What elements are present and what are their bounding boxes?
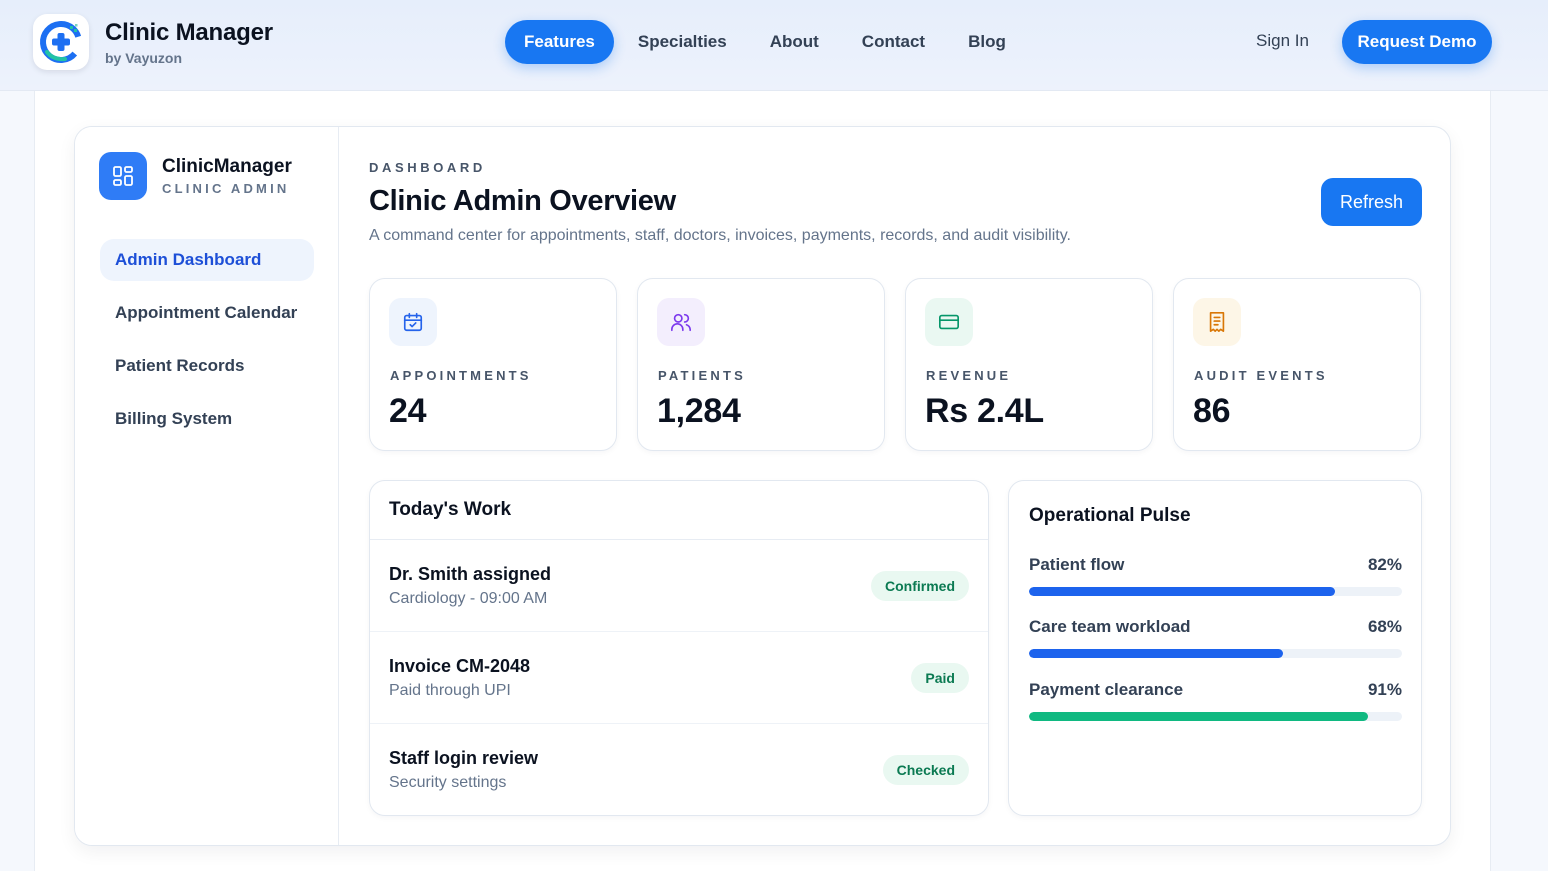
sidebar: ClinicManager CLINIC ADMIN Admin Dashboa… bbox=[75, 127, 339, 845]
sidebar-brand-text: ClinicManager CLINIC ADMIN bbox=[162, 156, 292, 196]
list-item[interactable]: Dr. Smith assigned Cardiology - 09:00 AM… bbox=[370, 540, 988, 632]
stat-label: REVENUE bbox=[926, 368, 1012, 383]
list-item[interactable]: Invoice CM-2048 Paid through UPI Paid bbox=[370, 632, 988, 724]
todays-work-panel: Today's Work Dr. Smith assigned Cardiolo… bbox=[369, 480, 989, 816]
stat-card-appointments: APPOINTMENTS 24 bbox=[369, 278, 617, 451]
pulse-label: Patient flow bbox=[1029, 555, 1125, 574]
progress-track bbox=[1029, 587, 1402, 596]
work-item-meta: Security settings bbox=[389, 774, 507, 791]
brand-title: Clinic Manager bbox=[105, 19, 273, 46]
sidebar-item-billing-system[interactable]: Billing System bbox=[100, 398, 314, 440]
work-item-title: Dr. Smith assigned bbox=[389, 564, 552, 584]
page-title: Clinic Admin Overview bbox=[369, 185, 676, 217]
credit-card-icon bbox=[925, 298, 973, 346]
todays-work-header: Today's Work bbox=[370, 481, 988, 540]
pulse-item-patient-flow: Patient flow 82% bbox=[1029, 554, 1402, 596]
list-item[interactable]: Staff login review Security settings Che… bbox=[370, 724, 988, 815]
work-item-title: Staff login review bbox=[389, 748, 539, 768]
sidebar-item-appointment-calendar[interactable]: Appointment Calendar bbox=[100, 292, 314, 334]
stat-card-revenue: REVENUE Rs 2.4L bbox=[905, 278, 1153, 451]
sidebar-subtitle: CLINIC ADMIN bbox=[162, 181, 290, 196]
status-badge: Checked bbox=[882, 755, 969, 785]
top-navbar: Clinic Manager by Vayuzon Features Speci… bbox=[0, 0, 1548, 91]
nav-link-contact[interactable]: Contact bbox=[843, 20, 944, 64]
stat-card-patients: PATIENTS 1,284 bbox=[637, 278, 885, 451]
users-icon bbox=[657, 298, 705, 346]
nav-link-features[interactable]: Features bbox=[505, 20, 614, 64]
stat-value: 86 bbox=[1193, 392, 1231, 430]
stat-label: PATIENTS bbox=[658, 368, 746, 383]
page-description: A command center for appointments, staff… bbox=[369, 227, 1071, 244]
pulse-item-payment-clearance: Payment clearance 91% bbox=[1029, 679, 1402, 721]
progress-fill bbox=[1029, 649, 1283, 658]
receipt-icon bbox=[1193, 298, 1241, 346]
request-demo-button[interactable]: Request Demo bbox=[1342, 20, 1492, 64]
work-item-title: Invoice CM-2048 bbox=[389, 656, 531, 676]
stat-value: 24 bbox=[389, 392, 427, 430]
nav-link-about[interactable]: About bbox=[751, 20, 838, 64]
stat-value: Rs 2.4L bbox=[925, 392, 1044, 430]
stat-card-audit-events: AUDIT EVENTS 86 bbox=[1173, 278, 1421, 451]
sign-in-link[interactable]: Sign In bbox=[1256, 31, 1309, 51]
brand[interactable]: Clinic Manager by Vayuzon bbox=[33, 14, 273, 70]
pulse-label: Care team workload bbox=[1029, 617, 1191, 636]
sidebar-nav: Admin Dashboard Appointment Calendar Pat… bbox=[100, 239, 314, 451]
page-eyebrow: DASHBOARD bbox=[369, 160, 486, 175]
clinic-logo-icon bbox=[33, 14, 89, 70]
progress-fill bbox=[1029, 587, 1335, 596]
pulse-percent: 68% bbox=[1367, 617, 1402, 636]
progress-track bbox=[1029, 649, 1402, 658]
pulse-label: Payment clearance bbox=[1029, 680, 1184, 699]
dashboard-frame: ClinicManager CLINIC ADMIN Admin Dashboa… bbox=[74, 126, 1451, 846]
grid-icon bbox=[99, 152, 147, 200]
calendar-check-icon bbox=[389, 298, 437, 346]
work-item-meta: Paid through UPI bbox=[389, 682, 511, 699]
stat-label: APPOINTMENTS bbox=[390, 368, 532, 383]
sidebar-item-patient-records[interactable]: Patient Records bbox=[100, 345, 314, 387]
pulse-percent: 91% bbox=[1367, 680, 1402, 699]
primary-nav: Features Specialties About Contact Blog bbox=[505, 20, 1030, 64]
nav-link-specialties[interactable]: Specialties bbox=[619, 20, 746, 64]
progress-track bbox=[1029, 712, 1402, 721]
progress-fill bbox=[1029, 712, 1369, 721]
brand-subtitle: by Vayuzon bbox=[105, 50, 183, 66]
todays-work-title: Today's Work bbox=[389, 499, 512, 520]
refresh-button[interactable]: Refresh bbox=[1321, 178, 1422, 226]
operational-pulse-panel: Operational Pulse Patient flow 82% Care … bbox=[1008, 480, 1422, 816]
brand-text: Clinic Manager by Vayuzon bbox=[105, 18, 273, 66]
sidebar-title: ClinicManager bbox=[162, 156, 292, 177]
status-badge: Confirmed bbox=[871, 571, 969, 601]
status-badge: Paid bbox=[911, 663, 969, 693]
pulse-item-care-team-workload: Care team workload 68% bbox=[1029, 616, 1402, 658]
stat-label: AUDIT EVENTS bbox=[1194, 368, 1328, 383]
sidebar-brand[interactable]: ClinicManager CLINIC ADMIN bbox=[99, 152, 292, 200]
work-item-meta: Cardiology - 09:00 AM bbox=[389, 590, 548, 607]
main-content: DASHBOARD Clinic Admin Overview A comman… bbox=[369, 127, 1422, 845]
stat-value: 1,284 bbox=[657, 392, 741, 430]
pulse-percent: 82% bbox=[1367, 555, 1402, 574]
nav-link-blog[interactable]: Blog bbox=[949, 20, 1025, 64]
sidebar-item-admin-dashboard[interactable]: Admin Dashboard bbox=[100, 239, 314, 281]
operational-pulse-title: Operational Pulse bbox=[1029, 505, 1191, 526]
stats-row: APPOINTMENTS 24 PATIENTS 1,284 REVENUE R… bbox=[369, 278, 1421, 451]
